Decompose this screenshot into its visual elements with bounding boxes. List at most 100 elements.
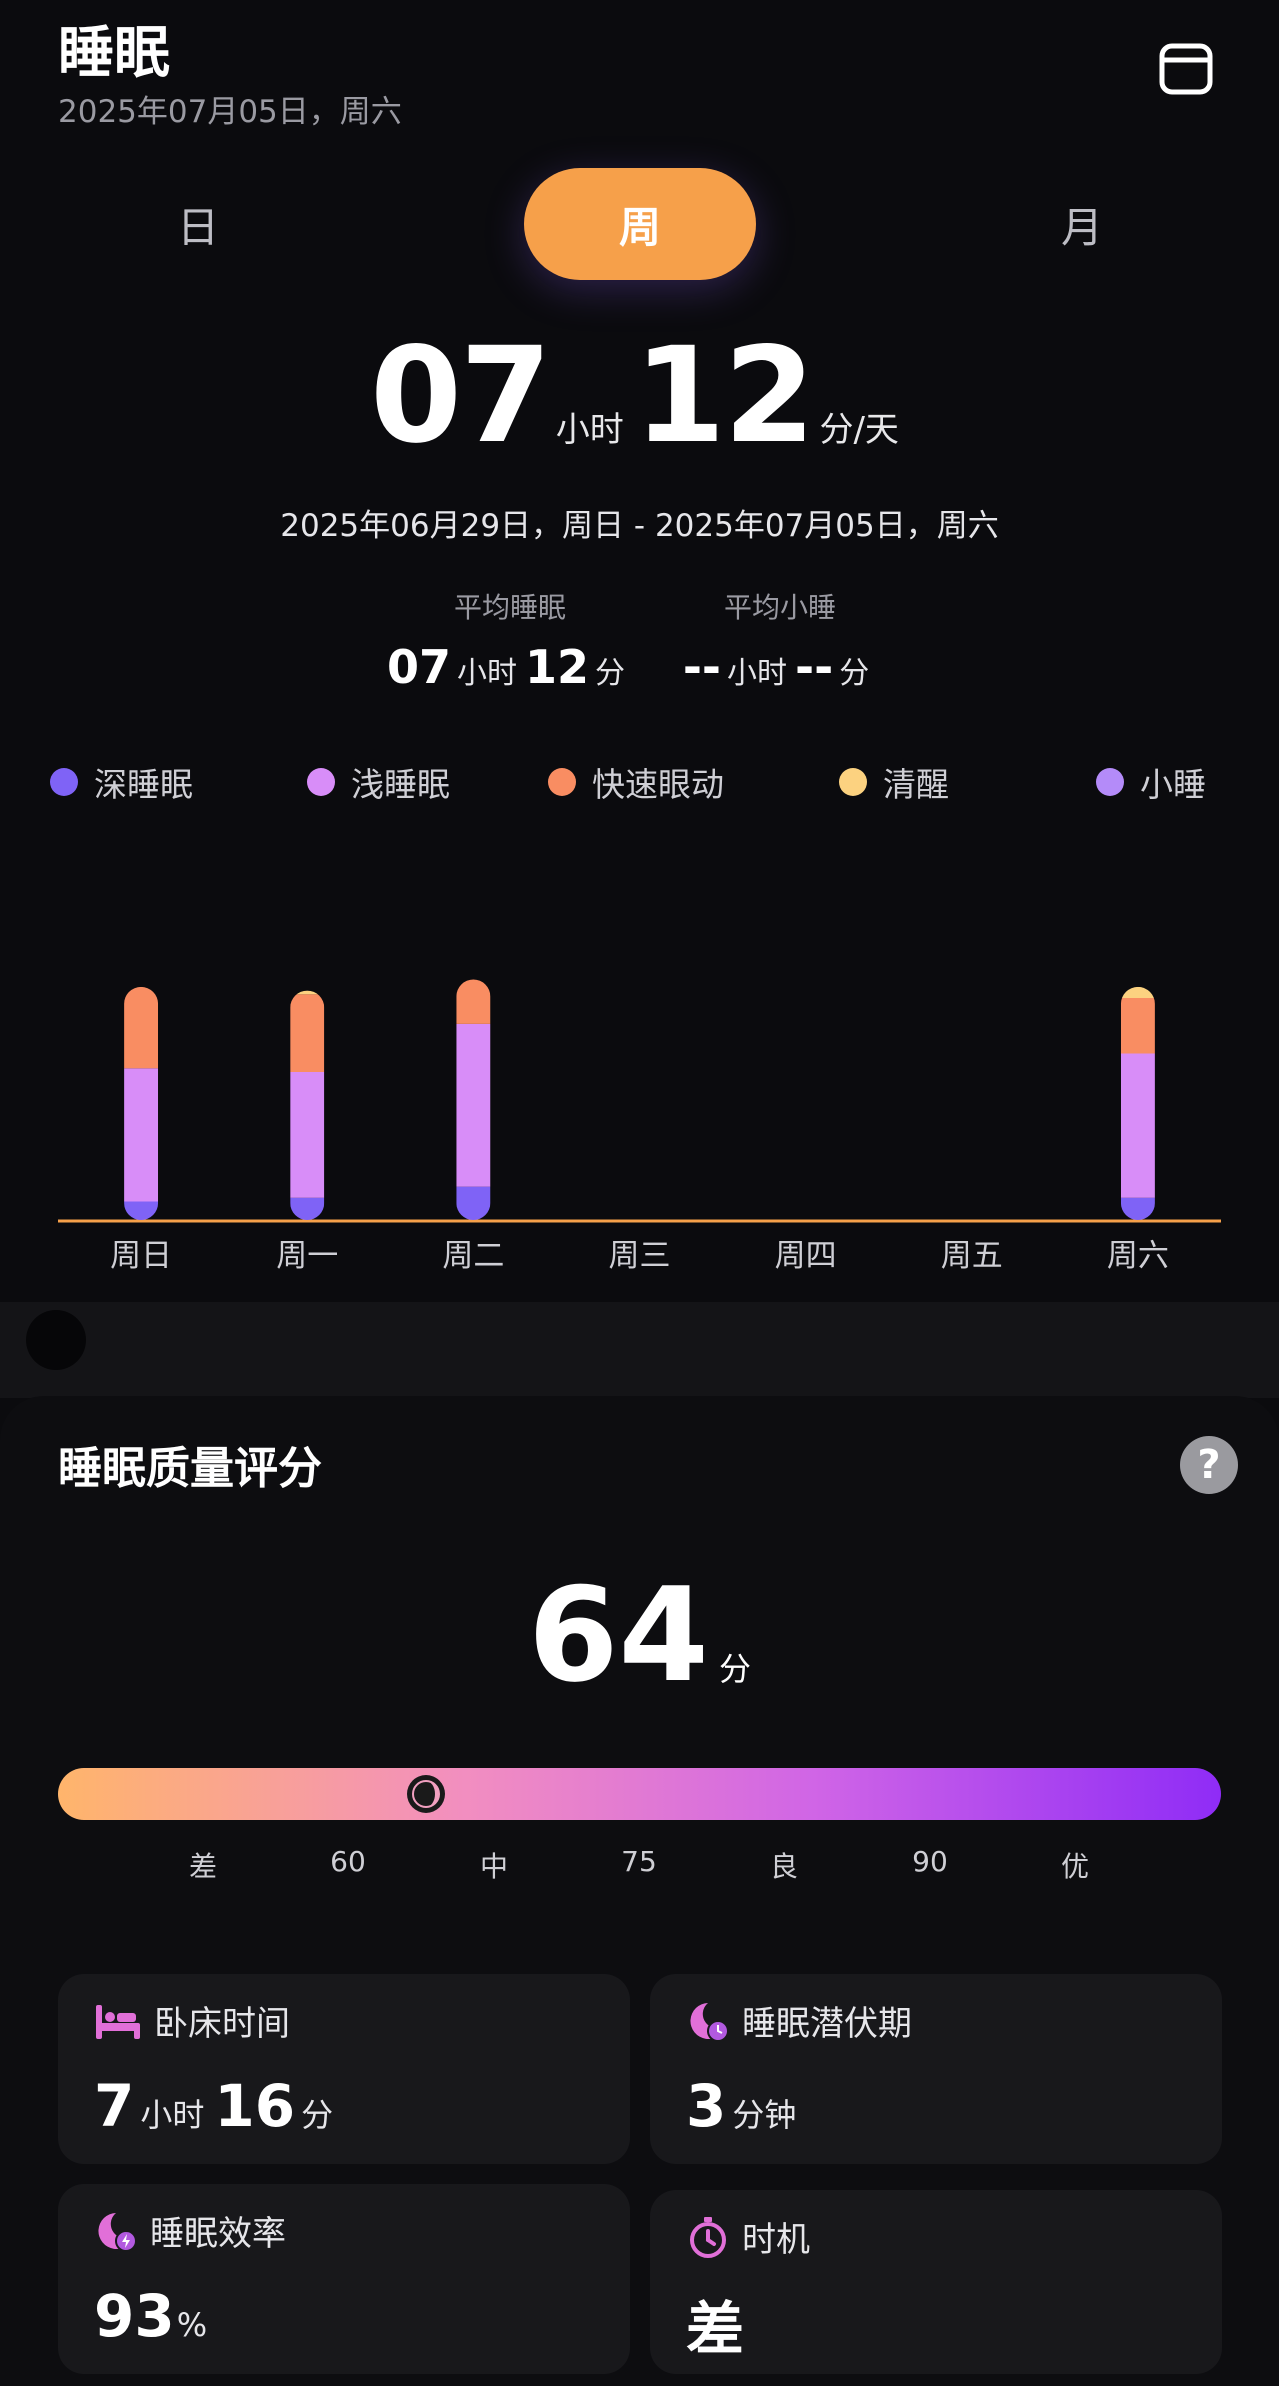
bar-stack-2[interactable]: [456, 979, 491, 1221]
handle-notch: [26, 1310, 86, 1370]
quality-score: 64 分: [0, 1570, 1279, 1700]
scale-tick-60: 60: [330, 1845, 366, 1878]
current-date: 2025年07月05日，周六: [58, 94, 402, 130]
help-icon[interactable]: ?: [1180, 1436, 1238, 1494]
average-nap-label: 平均小睡: [723, 591, 836, 624]
x-tick-label-2: 周二: [442, 1238, 504, 1274]
legend-label-awake: 清醒: [883, 765, 949, 804]
metric-card-sleep-efficiency[interactable]: 睡眠效率 93 %: [58, 2184, 630, 2374]
legend-label-rem: 快速眼动: [592, 765, 724, 804]
summary-minutes-unit: 分/天: [819, 410, 899, 450]
calendar-icon[interactable]: [1158, 40, 1214, 96]
score-value: 64: [528, 1559, 709, 1711]
legend-item-nap: 小睡: [1096, 758, 1206, 806]
tab-month[interactable]: 月: [966, 168, 1198, 280]
bed-icon: [96, 2004, 140, 2039]
bar-segment-light-2: [456, 1023, 491, 1187]
bar-segment-rem-1: [290, 994, 325, 1072]
bar-segment-light-6: [1120, 1053, 1155, 1198]
metric-card-time-in-bed[interactable]: 卧床时间 7 小时 16 分: [58, 1974, 630, 2164]
scale-tick-75: 75: [621, 1845, 657, 1878]
average-sleep-minutes: 12: [525, 640, 590, 694]
bar-segment-rem-6: [1120, 998, 1155, 1054]
moon-icon: [404, 1772, 448, 1816]
scale-tick-90: 90: [912, 1845, 948, 1878]
moon-clock-icon: [690, 2002, 729, 2042]
metric-unit-time-in-bed-minutes: 分: [301, 2096, 334, 2134]
x-tick-label-0: 周日: [110, 1238, 172, 1274]
tab-week[interactable]: 周: [524, 168, 756, 280]
x-tick-label-3: 周三: [609, 1238, 671, 1274]
average-sleep-minutes-unit: 分: [595, 656, 626, 691]
legend-dot-light: [307, 768, 335, 796]
scale-tick-medium: 中: [479, 1850, 508, 1883]
average-sleep-hours: 07: [386, 640, 451, 694]
bar-segment-deep-6: [1120, 1197, 1155, 1220]
legend-item-awake: 清醒: [839, 758, 949, 806]
x-tick-label-1: 周一: [276, 1238, 338, 1274]
metric-value-time-in-bed-hours: 7: [94, 2072, 135, 2140]
average-nap-minutes: --: [795, 640, 834, 694]
scale-tick-good: 良: [769, 1850, 798, 1883]
metric-label-timing: 时机: [742, 2220, 810, 2260]
average-nap-hours: --: [682, 640, 721, 694]
metric-label-sleep-latency: 睡眠潜伏期: [742, 2004, 912, 2044]
bar-stack-1[interactable]: [290, 990, 325, 1220]
bar-segment-rem-0: [124, 986, 159, 1069]
summary-hours: 07: [370, 319, 552, 473]
bar-stack-6[interactable]: [1120, 986, 1155, 1220]
bar-segment-rem-2: [456, 979, 491, 1024]
metric-label-sleep-efficiency: 睡眠效率: [150, 2214, 286, 2254]
quality-title: 睡眠质量评分: [58, 1443, 322, 1494]
average-nap-minutes-unit: 分: [839, 656, 870, 691]
x-tick-label-4: 周四: [775, 1238, 837, 1274]
metric-card-timing[interactable]: 时机 差: [650, 2190, 1222, 2374]
daily-average-summary: 07 小时 12 分/天: [0, 330, 1279, 462]
average-sleep: 平均睡眠 07 小时 12 分: [370, 586, 650, 694]
bar-segment-deep-2: [456, 1186, 491, 1220]
x-tick-label-5: 周五: [941, 1238, 1003, 1274]
legend-dot-rem: [548, 768, 576, 796]
page-title: 睡眠: [58, 21, 170, 86]
metric-unit-sleep-latency: 分钟: [732, 2096, 797, 2134]
bar-segment-deep-1: [290, 1197, 325, 1220]
date-range: 2025年06月29日，周日 - 2025年07月05日，周六: [280, 508, 999, 544]
section-divider: [0, 1302, 1279, 1398]
legend-label-deep: 深睡眠: [94, 765, 193, 804]
metric-value-sleep-latency: 3: [686, 2072, 727, 2140]
bar-segment-light-1: [290, 1072, 325, 1198]
average-sleep-hours-unit: 小时: [457, 656, 517, 691]
metric-unit-sleep-efficiency: %: [176, 2306, 208, 2344]
scale-tick-excellent: 优: [1060, 1850, 1089, 1883]
weekly-sleep-chart: 周日 周一 周二 周三 周四 周五 周六: [56, 852, 1221, 1274]
metric-card-sleep-latency[interactable]: 睡眠潜伏期 3 分钟: [650, 1974, 1222, 2164]
scale-tick-poor: 差: [188, 1850, 217, 1883]
legend-item-deep: 深睡眠: [50, 758, 193, 806]
average-sleep-label: 平均睡眠: [453, 591, 566, 624]
bar-segment-awake-6: [1120, 986, 1155, 998]
legend-label-nap: 小睡: [1140, 765, 1206, 804]
chart-legend: 深睡眠 浅睡眠 快速眼动 清醒 小睡: [50, 758, 1230, 808]
bar-stack-0[interactable]: [124, 986, 159, 1220]
summary-minutes: 12: [633, 319, 816, 473]
average-nap-hours-unit: 小时: [727, 656, 787, 691]
x-tick-label-6: 周六: [1107, 1238, 1169, 1274]
summary-hours-unit: 小时: [555, 410, 624, 450]
legend-dot-nap: [1096, 768, 1124, 796]
legend-item-light: 浅睡眠: [307, 758, 450, 806]
quality-gradient-bar: [58, 1768, 1221, 1820]
metric-value-sleep-efficiency: 93: [94, 2282, 175, 2350]
bar-segment-awake-1: [290, 990, 325, 995]
bar-segment-deep-0: [124, 1201, 159, 1220]
legend-item-rem: 快速眼动: [548, 758, 724, 806]
tab-day[interactable]: 日: [82, 168, 314, 280]
stopwatch-icon: [690, 2216, 726, 2258]
legend-label-light: 浅睡眠: [351, 765, 450, 804]
average-nap: 平均小睡 -- 小时 -- 分: [640, 586, 920, 694]
metric-value-timing: 差: [686, 2295, 745, 2363]
metric-unit-time-in-bed-hours: 小时: [140, 2096, 205, 2134]
legend-dot-awake: [839, 768, 867, 796]
metric-value-time-in-bed-minutes: 16: [214, 2072, 296, 2140]
bar-segment-light-0: [124, 1068, 159, 1202]
moon-bolt-icon: [98, 2212, 137, 2252]
